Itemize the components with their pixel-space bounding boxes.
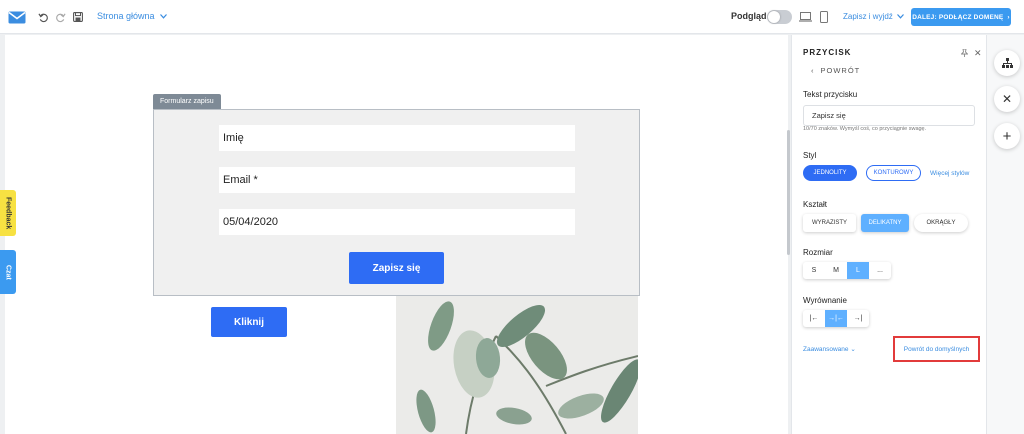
shape-soft-button[interactable]: DELIKATNY [861,214,909,232]
subscribe-button[interactable]: Zapisz się [349,252,444,284]
chevron-down-icon: ⌄ [850,346,856,353]
date-field[interactable]: 05/04/2020 [219,209,575,235]
preview-toggle[interactable] [767,10,792,24]
style-label: Styl [803,151,817,160]
next-connect-domain-button[interactable]: DALEJ: PODŁĄCZ DOMENĘ › [911,8,1011,26]
name-field[interactable]: Imię [219,125,575,151]
plant-image[interactable] [396,296,638,434]
size-m-option[interactable]: M [825,262,847,279]
char-count-hint: 10/70 znaków. Wymyśl coś, co przyciągnie… [803,126,927,132]
style-solid-button[interactable]: JEDNOLITY [803,165,857,181]
chevron-down-icon [896,14,904,19]
page-selector-label: Strona główna [97,11,155,21]
chevron-right-icon: › [1007,13,1010,21]
advanced-toggle[interactable]: Zaawansowane ⌄ [803,345,856,353]
save-icon[interactable] [70,9,86,25]
save-exit-button[interactable]: Zapisz i wyjdź [843,12,904,21]
signup-form[interactable]: Imię Email * 05/04/2020 Zapisz się [153,109,640,296]
undo-icon[interactable] [35,9,51,25]
preview-label: Podgląd [731,11,767,21]
size-s-option[interactable]: S [803,262,825,279]
align-right-icon[interactable]: →| [847,310,869,327]
chevron-down-icon [159,13,167,19]
save-exit-label: Zapisz i wyjdź [843,12,893,21]
size-label: Rozmiar [803,248,833,257]
mail-logo-icon[interactable] [8,9,26,25]
align-center-icon[interactable]: →|← [825,310,847,327]
align-left-icon[interactable]: |← [803,310,825,327]
chat-label: Czat [4,264,12,280]
button-text-label: Tekst przycisku [803,90,858,99]
form-section-tag[interactable]: Formularz zapisu [153,94,221,109]
close-icon[interactable]: ✕ [974,48,982,59]
alignment-selector: |← →|← →| [803,310,869,327]
add-icon[interactable]: + [994,123,1020,149]
size-selector: S M L ... [803,262,891,279]
back-label: POWRÓT [820,66,861,75]
button-text-input[interactable]: Zapisz się [803,105,975,126]
more-styles-link[interactable]: Więcej stylów [930,170,969,177]
canvas-scrollbar[interactable] [787,130,790,255]
next-button-label: DALEJ: PODŁĄCZ DOMENĘ [912,13,1004,21]
close-icon[interactable]: ✕ [994,86,1020,112]
panel-title: PRZYCISK [803,48,852,57]
pin-icon[interactable] [960,48,969,59]
reset-highlight-box: Powrót do domyślnych [893,336,980,362]
shape-label: Kształt [803,200,828,209]
editor-canvas[interactable]: Formularz zapisu Imię Email * 05/04/2020… [5,35,788,434]
email-field[interactable]: Email * [219,167,575,193]
reset-to-defaults-link[interactable]: Powrót do domyślnych [904,346,969,353]
click-button[interactable]: Kliknij [211,307,287,337]
chevron-left-icon: ‹ [811,66,815,75]
size-more-option[interactable]: ... [869,262,891,279]
style-outline-button[interactable]: KONTUROWY [866,165,921,181]
top-toolbar: Strona główna Podgląd Zapisz i wyjdź DAL… [0,0,1024,34]
button-settings-panel: PRZYCISK ✕ ‹ POWRÓT Tekst przycisku Zapi… [791,35,986,434]
right-rail: ✕ + [986,35,1024,434]
shape-round-button[interactable]: OKRĄGŁY [914,214,968,232]
redo-icon[interactable] [52,9,68,25]
size-l-option[interactable]: L [847,262,869,279]
desktop-view-icon[interactable] [797,9,813,25]
back-button[interactable]: ‹ POWRÓT [811,66,860,75]
sitemap-icon[interactable] [994,50,1020,76]
shape-sharp-button[interactable]: WYRAZISTY [803,214,856,232]
advanced-label: Zaawansowane [803,346,849,353]
feedback-tab[interactable]: Feedback [0,190,16,236]
feedback-label: Feedback [4,196,12,230]
chat-tab[interactable]: Czat [0,250,16,294]
page-selector[interactable]: Strona główna [97,11,167,21]
mobile-view-icon[interactable] [816,9,832,25]
alignment-label: Wyrównanie [803,296,847,305]
